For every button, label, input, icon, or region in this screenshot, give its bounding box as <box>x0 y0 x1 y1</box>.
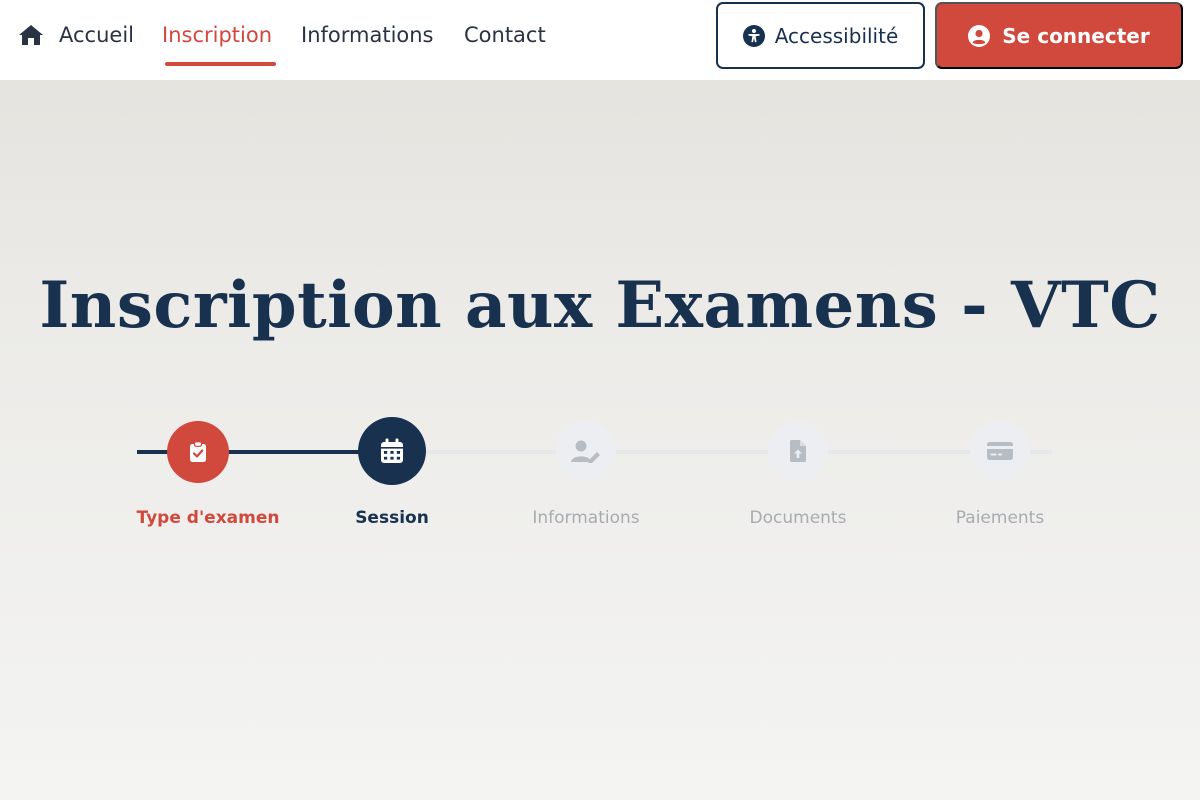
step-paiements[interactable] <box>970 421 1030 481</box>
universal-access-icon <box>742 24 765 47</box>
step-label-paiements: Paiements <box>955 508 1045 528</box>
credit-card-icon <box>987 442 1013 460</box>
step-documents[interactable] <box>768 421 828 481</box>
step-label-documents: Documents <box>749 508 847 528</box>
accessibility-label: Accessibilité <box>774 23 899 48</box>
active-nav-indicator <box>165 62 276 66</box>
calendar-icon <box>381 438 403 463</box>
step-label-informations: Informations <box>532 508 640 528</box>
stepper-track-remaining <box>392 450 1052 454</box>
file-upload-icon <box>790 440 806 462</box>
page-title: Inscription aux Examens - VTC <box>39 268 1161 343</box>
accessibility-button[interactable]: Accessibilité <box>716 2 925 69</box>
nav-link-inscription[interactable]: Inscription <box>162 22 272 52</box>
login-button[interactable]: Se connecter <box>935 2 1183 69</box>
step-session[interactable] <box>358 417 426 485</box>
nav-link-contact[interactable]: Contact <box>464 22 546 52</box>
home-link[interactable] <box>18 24 44 46</box>
clipboard-check-icon <box>190 441 206 462</box>
login-label: Se connecter <box>1002 23 1150 48</box>
step-label-type-examen: Type d'examen <box>136 508 280 528</box>
nav-link-informations[interactable]: Informations <box>301 22 434 52</box>
top-navigation-bar: Accueil Inscription Informations Contact… <box>0 0 1200 80</box>
step-informations[interactable] <box>556 421 616 481</box>
nav-link-accueil[interactable]: Accueil <box>59 22 134 52</box>
registration-stepper: Type d'examen Session Informations Docum… <box>0 410 1200 540</box>
step-label-session: Session <box>355 508 429 528</box>
user-circle-icon <box>968 24 991 47</box>
home-icon <box>19 25 43 45</box>
step-type-examen[interactable] <box>167 421 229 483</box>
user-edit-icon <box>571 440 600 463</box>
